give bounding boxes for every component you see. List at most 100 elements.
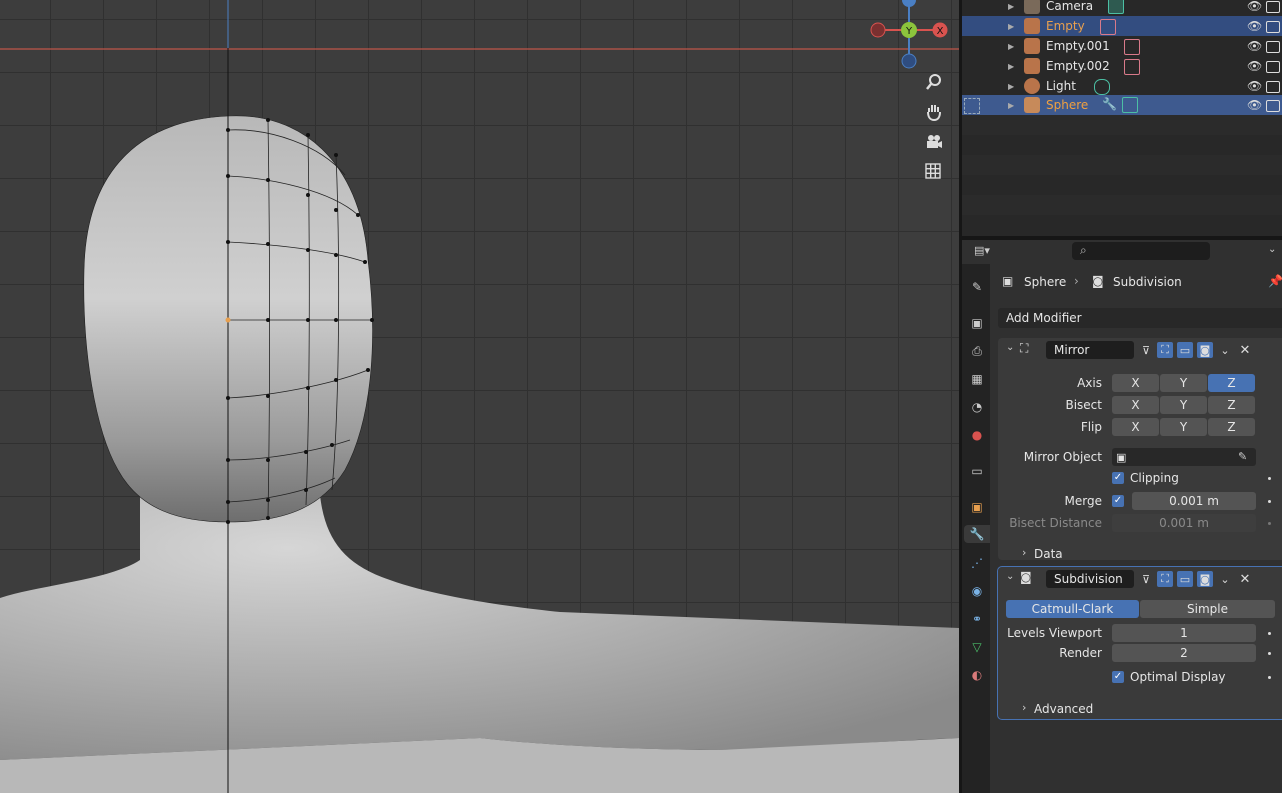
bisect-z-toggle[interactable]: Z (1208, 396, 1255, 414)
axis-x-toggle[interactable]: X (1112, 374, 1159, 392)
keyframe-dot[interactable] (1268, 477, 1271, 480)
3d-viewport[interactable]: X Y (0, 0, 959, 793)
mesh-data-icon[interactable] (1122, 97, 1138, 113)
pin-icon[interactable]: 📌 (1268, 274, 1282, 288)
chevron-right-icon[interactable]: › (1022, 701, 1026, 714)
flip-x-toggle[interactable]: X (1112, 418, 1159, 436)
image-data-icon[interactable] (1100, 19, 1116, 35)
render-levels-field[interactable]: 2 (1112, 644, 1256, 662)
edit-mode-toggle-icon[interactable]: ⛶ (1157, 342, 1173, 358)
dropdown-chevron-icon[interactable]: ⌄ (1217, 571, 1233, 587)
eye-icon[interactable]: 👁 (1247, 59, 1262, 73)
modifier-tab-icon[interactable]: 🔧 (964, 525, 990, 543)
render-camera-icon[interactable] (1266, 21, 1280, 33)
close-icon[interactable]: ✕ (1237, 342, 1253, 358)
axis-y-toggle[interactable]: Y (1160, 374, 1207, 392)
collapse-chevron-icon[interactable]: ⌄ (1006, 571, 1014, 582)
keyframe-dot[interactable] (1268, 500, 1271, 503)
render-camera-icon[interactable] (1266, 41, 1280, 53)
render-camera-icon[interactable] (1266, 61, 1280, 73)
bisect-y-toggle[interactable]: Y (1160, 396, 1207, 414)
merge-checkbox[interactable]: ✓ (1112, 495, 1124, 507)
eye-icon[interactable]: 👁 (1247, 98, 1262, 112)
search-input[interactable]: ⌕ (1072, 242, 1210, 260)
expand-arrow-icon[interactable]: ▶ (1008, 82, 1014, 91)
world-tab-icon[interactable]: ● (968, 426, 986, 444)
edit-mode-cage-icon[interactable]: ⊽ (1138, 342, 1154, 358)
eye-icon[interactable]: 👁 (1247, 19, 1262, 33)
editor-type-icon[interactable]: ▤▾ (974, 244, 998, 260)
image-data-icon[interactable] (1124, 59, 1140, 75)
render-tab-icon[interactable]: ▣ (968, 314, 986, 332)
outliner-row-empty-001[interactable]: ▶ Empty.001 👁 (962, 36, 1282, 56)
eye-icon[interactable]: 👁 (1247, 0, 1262, 13)
edit-mode-cage-icon[interactable]: ⊽ (1138, 571, 1154, 587)
axis-z-toggle[interactable]: Z (1208, 374, 1255, 392)
eye-icon[interactable]: 👁 (1247, 79, 1262, 93)
edit-mode-toggle-icon[interactable]: ⛶ (1157, 571, 1173, 587)
physics-tab-icon[interactable]: ◉ (968, 582, 986, 600)
collection-tab-icon[interactable]: ▭ (968, 462, 986, 480)
tool-tab-icon[interactable]: ✎ (968, 278, 986, 296)
outliner-row-camera[interactable]: ▶ Camera 👁 (962, 0, 1282, 16)
collapse-chevron-icon[interactable]: ⌄ (1006, 342, 1014, 353)
expand-arrow-icon[interactable]: ▶ (1008, 101, 1014, 110)
view-layer-tab-icon[interactable]: ▦ (968, 370, 986, 388)
outliner-row-light[interactable]: ▶ Light 👁 (962, 76, 1282, 96)
material-tab-icon[interactable]: ◐ (968, 666, 986, 684)
outliner-row-empty-002[interactable]: ▶ Empty.002 👁 (962, 56, 1282, 76)
zoom-icon[interactable] (925, 73, 949, 97)
merge-distance-field[interactable]: 0.001 m (1132, 492, 1256, 510)
bisect-distance-field[interactable]: 0.001 m (1112, 514, 1256, 532)
close-icon[interactable]: ✕ (1237, 571, 1253, 587)
render-camera-icon[interactable] (1266, 81, 1280, 93)
keyframe-dot[interactable] (1268, 676, 1271, 679)
render-camera-icon[interactable] (1266, 1, 1280, 13)
object-tab-icon[interactable]: ▣ (968, 498, 986, 516)
levels-viewport-field[interactable]: 1 (1112, 624, 1256, 642)
outliner[interactable]: ▶ Camera 👁 ▶ Empty 👁 ▶ Empty.001 👁 ▶ Emp… (962, 0, 1282, 236)
modifier-name-field[interactable]: Subdivision (1046, 570, 1134, 588)
expand-arrow-icon[interactable]: ▶ (1008, 62, 1014, 71)
outliner-row-empty[interactable]: ▶ Empty 👁 (962, 16, 1282, 36)
render-toggle-icon[interactable]: ◙ (1197, 342, 1213, 358)
chevron-right-icon[interactable]: › (1022, 546, 1026, 559)
light-data-icon[interactable] (1094, 79, 1110, 95)
advanced-subpanel-label[interactable]: Advanced (1034, 702, 1093, 716)
hand-pan-icon[interactable] (925, 103, 949, 127)
viewport-toggle-icon[interactable]: ▭ (1177, 342, 1193, 358)
keyframe-dot[interactable] (1268, 652, 1271, 655)
edit-mode-icon[interactable] (964, 98, 980, 114)
eyedropper-icon[interactable]: ✎ (1238, 450, 1247, 463)
chevron-down-icon[interactable]: ⌄ (1268, 244, 1276, 255)
optimal-display-checkbox[interactable]: ✓ (1112, 671, 1124, 683)
expand-arrow-icon[interactable]: ▶ (1008, 2, 1014, 11)
data-subpanel-label[interactable]: Data (1034, 547, 1063, 561)
grid-toggle-icon[interactable] (925, 163, 949, 187)
modifier-name-field[interactable]: Mirror (1046, 341, 1134, 359)
viewport-canvas[interactable]: X Y (0, 0, 959, 793)
camera-view-icon[interactable] (925, 133, 949, 157)
keyframe-dot[interactable] (1268, 632, 1271, 635)
mesh-data-tab-icon[interactable]: ▽ (968, 638, 986, 656)
clipping-checkbox[interactable]: ✓ (1112, 472, 1124, 484)
expand-arrow-icon[interactable]: ▶ (1008, 42, 1014, 51)
simple-button[interactable]: Simple (1140, 600, 1275, 618)
viewport-toggle-icon[interactable]: ▭ (1177, 571, 1193, 587)
keyframe-dot[interactable] (1268, 522, 1271, 525)
expand-arrow-icon[interactable]: ▶ (1008, 22, 1014, 31)
render-camera-icon[interactable] (1266, 100, 1280, 112)
particles-tab-icon[interactable]: ⋰ (968, 554, 986, 572)
bisect-x-toggle[interactable]: X (1112, 396, 1159, 414)
constraints-tab-icon[interactable]: ⚭ (968, 610, 986, 628)
dropdown-chevron-icon[interactable]: ⌄ (1217, 342, 1233, 358)
scene-tab-icon[interactable]: ◔ (968, 398, 986, 416)
wrench-icon[interactable]: 🔧 (1102, 97, 1117, 111)
outliner-row-sphere[interactable]: ▶ Sphere 🔧 👁 (962, 95, 1282, 115)
catmull-clark-button[interactable]: Catmull-Clark (1006, 600, 1139, 618)
render-toggle-icon[interactable]: ◙ (1197, 571, 1213, 587)
mirror-object-field[interactable]: ▣ (1112, 448, 1256, 466)
flip-y-toggle[interactable]: Y (1160, 418, 1207, 436)
output-tab-icon[interactable]: ⎙ (968, 342, 986, 360)
add-modifier-button[interactable]: Add Modifier (998, 308, 1282, 328)
